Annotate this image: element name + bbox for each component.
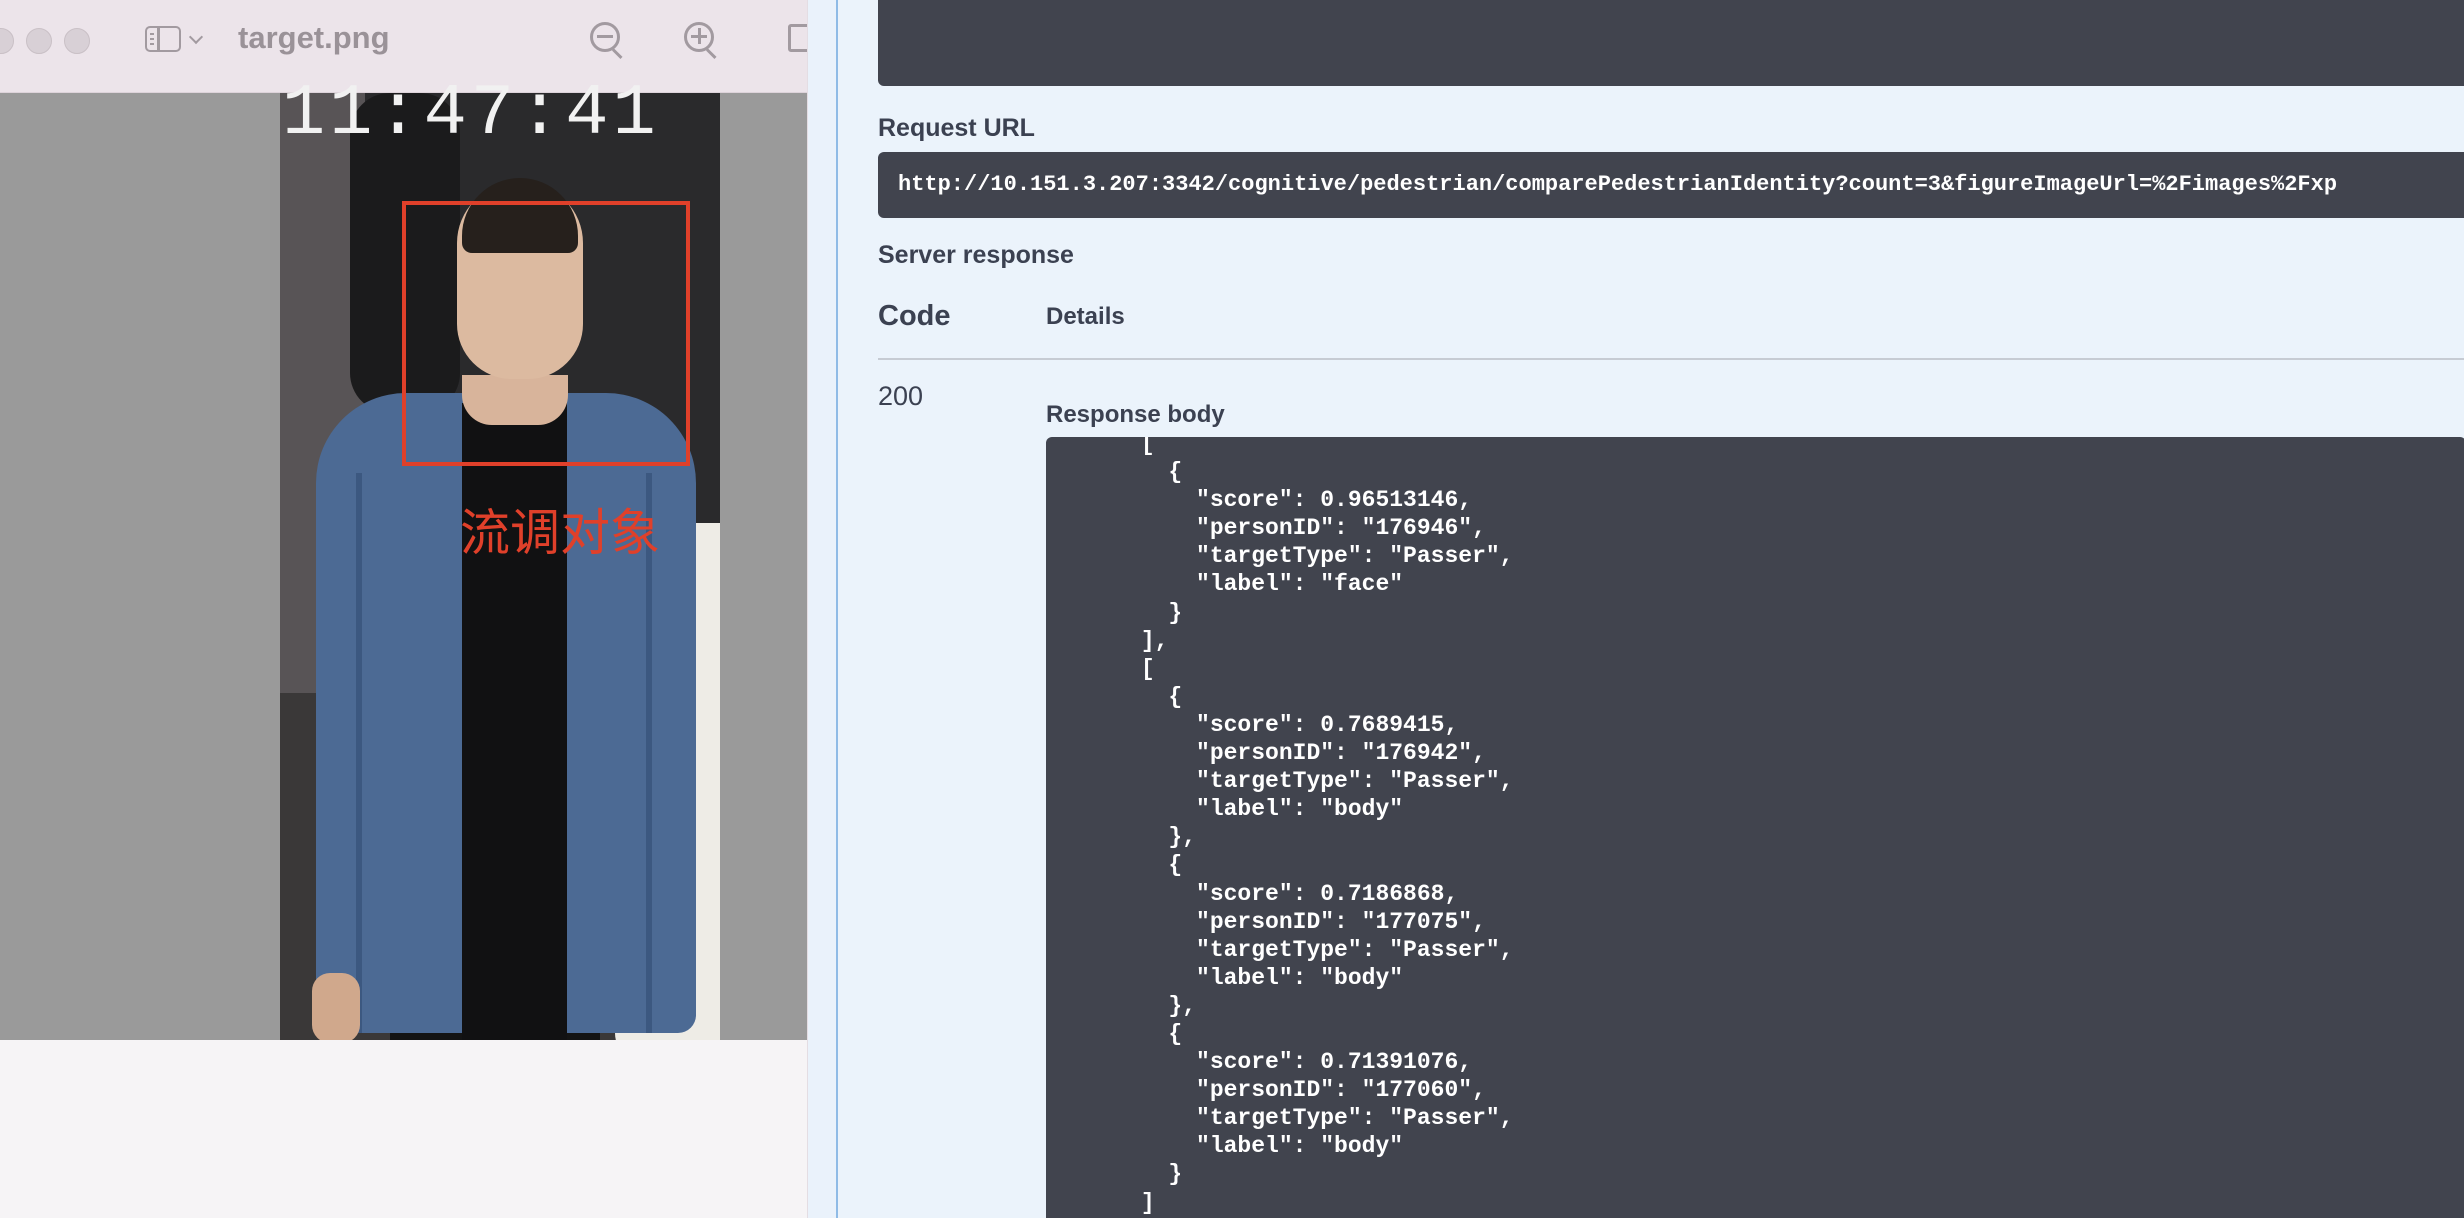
preview-window: target.png 11:47:41 流调对象 (0, 0, 807, 1218)
response-body-line: { (1168, 459, 1183, 486)
sidebar-icon (145, 26, 181, 52)
response-body-line: "score": 0.7186868, (1196, 880, 1459, 907)
response-body-line: "label": "face" (1196, 571, 1404, 598)
face-detection-box (402, 201, 690, 466)
operation-body: Request URL http://10.151.3.207:3342/cog… (838, 0, 2464, 1218)
share-icon[interactable] (788, 24, 807, 52)
response-body-line: "targetType": "Passer", (1196, 936, 1514, 963)
response-status-code: 200 (878, 381, 924, 411)
response-body-line: { (1168, 1020, 1183, 1047)
request-url-label: Request URL (878, 114, 1035, 142)
response-body-line: { (1168, 683, 1183, 710)
response-body-line: [ (1140, 437, 1155, 457)
response-body-line: } (1168, 599, 1183, 626)
swagger-panel: Request URL http://10.151.3.207:3342/cog… (808, 0, 2464, 1218)
detection-label: 流调对象 (460, 504, 660, 562)
minimize-window-button[interactable] (26, 28, 52, 54)
response-body-line: "score": 0.71391076, (1196, 1049, 1473, 1076)
response-body-label: Response body (1046, 401, 1225, 428)
zoom-in-button[interactable] (682, 20, 722, 60)
chevron-down-icon (188, 29, 204, 45)
request-url-text: http://10.151.3.207:3342/cognitive/pedes… (898, 172, 2338, 197)
response-body-line: "personID": "176942", (1196, 740, 1486, 767)
response-body-json: [ { "score": 0.96513146, "personID": "17… (1058, 437, 1514, 1217)
zoom-out-button[interactable] (588, 20, 628, 60)
response-body-line: "score": 0.96513146, (1196, 487, 1473, 514)
request-url-block[interactable]: http://10.151.3.207:3342/cognitive/pedes… (878, 152, 2464, 218)
zoom-window-button[interactable] (64, 28, 90, 54)
curl-command-block[interactable] (878, 0, 2464, 86)
details-column-header: Details (1046, 303, 1125, 330)
response-body-line: { (1168, 852, 1183, 879)
response-body-block[interactable]: [ { "score": 0.96513146, "personID": "17… (1046, 437, 2464, 1218)
response-body-line: "score": 0.7689415, (1196, 711, 1459, 738)
response-body-line: }, (1168, 992, 1197, 1019)
code-column-header: Code (878, 300, 951, 332)
response-body-line: "label": "body" (1196, 1133, 1404, 1160)
table-header-divider (878, 358, 2464, 360)
document-title: target.png (238, 20, 390, 55)
response-body-line: "targetType": "Passer", (1196, 543, 1514, 570)
timestamp-overlay: 11:47:41 (282, 73, 660, 155)
response-body-line: "label": "body" (1196, 796, 1404, 823)
response-body-line: }, (1168, 824, 1197, 851)
close-window-button[interactable] (0, 28, 14, 54)
sidebar-toggle-button[interactable] (145, 22, 207, 56)
response-body-line: ], (1140, 627, 1169, 654)
operation-gutter (808, 0, 836, 1218)
response-body-line: "targetType": "Passer", (1196, 1105, 1514, 1132)
response-body-line: ] (1140, 1189, 1155, 1216)
response-body-line: "targetType": "Passer", (1196, 768, 1514, 795)
response-body-line: } (1168, 1161, 1183, 1188)
image-canvas: 11:47:41 流调对象 (0, 78, 807, 1040)
server-response-label: Server response (878, 241, 1074, 269)
response-body-line: "personID": "176946", (1196, 515, 1486, 542)
preview-empty-area (0, 1040, 807, 1218)
response-body-line: "label": "body" (1196, 964, 1404, 991)
response-body-line: "personID": "177060", (1196, 1077, 1486, 1104)
response-body-line: [ (1140, 655, 1155, 682)
response-body-line: "personID": "177075", (1196, 908, 1486, 935)
